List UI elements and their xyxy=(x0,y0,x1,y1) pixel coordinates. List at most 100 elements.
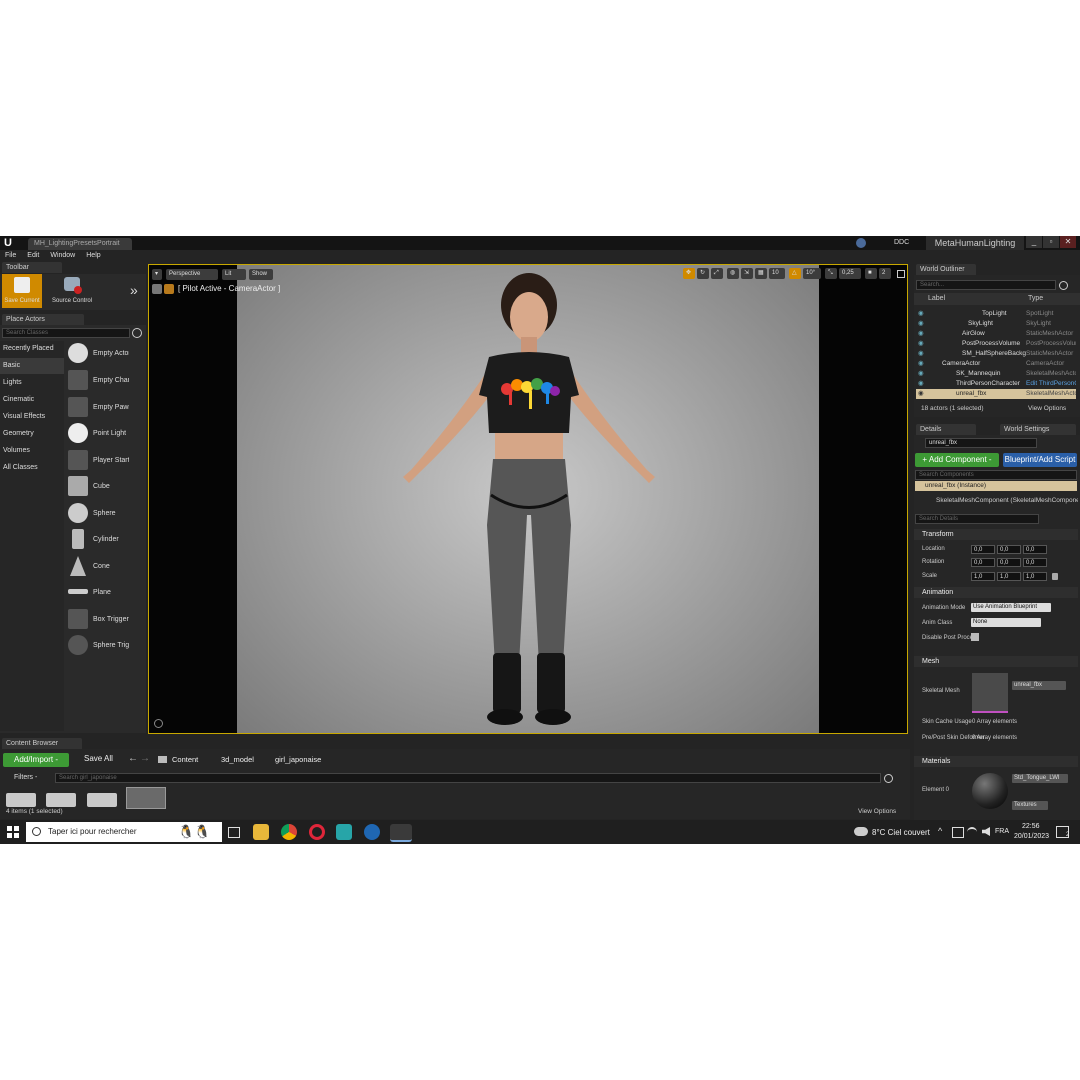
tray-chevron-icon[interactable]: ^ xyxy=(938,826,942,836)
level-viewport[interactable]: ▾ Perspective Lit Show [ Pilot Active - … xyxy=(148,264,908,734)
wifi-icon[interactable] xyxy=(967,827,977,838)
toolbar-more-button[interactable]: » xyxy=(130,282,138,298)
scale-tool-button[interactable]: ⤢ xyxy=(711,268,723,279)
cinema-app-icon[interactable] xyxy=(364,824,380,840)
show-button[interactable]: Show xyxy=(249,269,273,280)
scale-x[interactable]: 1,0 xyxy=(971,572,995,581)
actor-item[interactable]: Point Light xyxy=(66,421,142,447)
actor-item[interactable]: Sphere xyxy=(66,501,142,527)
translate-tool-button[interactable]: ✥ xyxy=(683,268,695,279)
actor-item[interactable]: Empty Pawn xyxy=(66,395,142,421)
skeletal-mesh-dropdown[interactable]: unreal_fbx xyxy=(1012,681,1066,690)
minimize-button[interactable]: _ xyxy=(1026,236,1042,248)
actor-item[interactable]: Sphere Trigger xyxy=(66,633,142,659)
taskbar-search[interactable]: Taper ici pour rechercher 🐧🐧 xyxy=(26,822,222,842)
outliner-row-selected[interactable]: ◉ unreal_fbx SkeletalMeshActor xyxy=(916,389,1076,399)
type-column-header[interactable]: Type xyxy=(1028,293,1043,305)
clock-date[interactable]: 20/01/2023 xyxy=(1014,833,1049,840)
add-component-button[interactable]: + Add Component - xyxy=(915,453,999,467)
outliner-row[interactable]: ◉ CameraActor CameraActor xyxy=(916,359,1076,369)
language-indicator[interactable]: FRA xyxy=(995,828,1009,835)
opera-icon[interactable] xyxy=(309,824,325,840)
maximize-button[interactable]: ▫ xyxy=(1043,236,1059,248)
eye-icon[interactable]: ◉ xyxy=(918,389,924,399)
actor-item[interactable]: Empty Actor xyxy=(66,341,142,367)
actor-item[interactable]: Cone xyxy=(66,554,142,580)
eject-pilot-icon[interactable] xyxy=(152,284,162,294)
disable-post-process-checkbox[interactable] xyxy=(971,633,979,641)
menu-help[interactable]: Help xyxy=(86,252,100,259)
eye-icon[interactable]: ◉ xyxy=(918,319,924,329)
asset-thumbnail-selected[interactable] xyxy=(126,787,166,809)
scale-y[interactable]: 1,0 xyxy=(997,572,1021,581)
unreal-engine-icon[interactable] xyxy=(390,824,412,842)
location-x[interactable]: 0,0 xyxy=(971,545,995,554)
eye-icon[interactable]: ◉ xyxy=(918,329,924,339)
category-all-classes[interactable]: All Classes xyxy=(0,460,64,476)
component-row[interactable]: SkeletalMeshComponent (SkeletalMeshCompo… xyxy=(936,497,1078,504)
camera-lock-icon[interactable] xyxy=(164,284,174,294)
label-column-header[interactable]: Label xyxy=(928,293,945,305)
camera-speed-icon[interactable]: ■ xyxy=(865,268,877,279)
clock-time[interactable]: 22:56 xyxy=(1022,823,1040,830)
scale-snap-value[interactable]: 0,25 xyxy=(839,268,861,279)
outliner-row[interactable]: ◉ SK_Mannequin SkeletalMeshActor xyxy=(916,369,1076,379)
category-visual-effects[interactable]: Visual Effects xyxy=(0,409,64,425)
volume-icon[interactable] xyxy=(982,827,990,836)
grid-snap-button[interactable]: ▦ xyxy=(755,268,767,279)
camera-speed-value[interactable]: 2 xyxy=(879,268,891,279)
menu-file[interactable]: File xyxy=(5,252,16,259)
materials-section[interactable]: Materials xyxy=(914,756,1078,767)
weather-text[interactable]: 8°C Ciel couvert xyxy=(872,828,930,837)
instance-row[interactable]: unreal_fbx (Instance) xyxy=(915,481,1077,491)
material-dropdown[interactable]: Std_Tongue_LWI xyxy=(1012,774,1068,783)
folder-item[interactable] xyxy=(46,793,76,807)
ddc-label[interactable]: DDC xyxy=(894,237,909,249)
rotation-x[interactable]: 0,0 xyxy=(971,558,995,567)
outliner-row[interactable]: ◉ ThirdPersonCharacter Edit ThirdPersonCha… xyxy=(916,379,1076,389)
location-z[interactable]: 0,0 xyxy=(1023,545,1047,554)
category-recently-placed[interactable]: Recently Placed xyxy=(0,341,64,357)
perspective-button[interactable]: Perspective xyxy=(166,269,218,280)
content-search[interactable]: Search girl_japonaise xyxy=(55,773,881,783)
eye-icon[interactable]: ◉ xyxy=(918,369,924,379)
outliner-row[interactable]: ◉ AirGlow StaticMeshActor xyxy=(916,329,1076,339)
outliner-row[interactable]: ◉ SkyLight SkyLight xyxy=(916,319,1076,329)
actor-item[interactable]: Cube xyxy=(66,474,142,500)
category-cinematic[interactable]: Cinematic xyxy=(0,392,64,408)
file-explorer-icon[interactable] xyxy=(253,824,269,840)
rotation-z[interactable]: 0,0 xyxy=(1023,558,1047,567)
lock-icon[interactable] xyxy=(1052,573,1058,580)
scale-snap-button[interactable]: ⤡ xyxy=(825,268,837,279)
menu-window[interactable]: Window xyxy=(50,252,75,259)
actor-item[interactable]: Player Start xyxy=(66,448,142,474)
chrome-icon[interactable] xyxy=(281,824,297,840)
task-view-icon[interactable] xyxy=(228,827,240,838)
eye-icon[interactable]: ◉ xyxy=(918,339,924,349)
close-button[interactable]: ✕ xyxy=(1060,236,1076,248)
rotation-snap-value[interactable]: 10° xyxy=(803,268,821,279)
content-view-options[interactable]: View Options xyxy=(858,808,896,815)
material-sphere-thumbnail[interactable] xyxy=(972,773,1008,809)
textures-dropdown[interactable]: Textures xyxy=(1012,801,1048,810)
actor-name-field[interactable]: unreal_fbx xyxy=(925,438,1037,448)
scale-label[interactable]: Scale xyxy=(922,573,937,579)
actor-item[interactable]: Box Trigger xyxy=(66,607,142,633)
place-actors-search[interactable]: Search Classes xyxy=(2,328,130,338)
animation-mode-dropdown[interactable]: Use Animation Blueprint xyxy=(971,603,1051,612)
grid-size-value[interactable]: 10 xyxy=(769,268,785,279)
location-label[interactable]: Location xyxy=(922,546,945,552)
details-tab[interactable]: Details xyxy=(916,424,976,435)
source-control-button[interactable]: Source Control xyxy=(48,274,96,308)
blueprint-button[interactable]: Blueprint/Add Script xyxy=(1003,453,1077,467)
breadcrumb-girl-japonaise[interactable]: girl_japonaise xyxy=(275,755,321,764)
viewport-options-button[interactable]: ▾ xyxy=(152,269,162,280)
filters-button[interactable]: Filters - xyxy=(14,774,37,781)
eye-icon[interactable]: ◉ xyxy=(918,379,924,389)
world-local-button[interactable]: ◍ xyxy=(727,268,739,279)
outliner-view-options[interactable]: View Options xyxy=(1028,405,1066,412)
skeletal-mesh-thumbnail[interactable] xyxy=(972,673,1008,713)
network-icon[interactable] xyxy=(952,827,964,838)
add-import-button[interactable]: Add/Import - xyxy=(3,753,69,767)
anim-class-dropdown[interactable]: None xyxy=(971,618,1041,627)
